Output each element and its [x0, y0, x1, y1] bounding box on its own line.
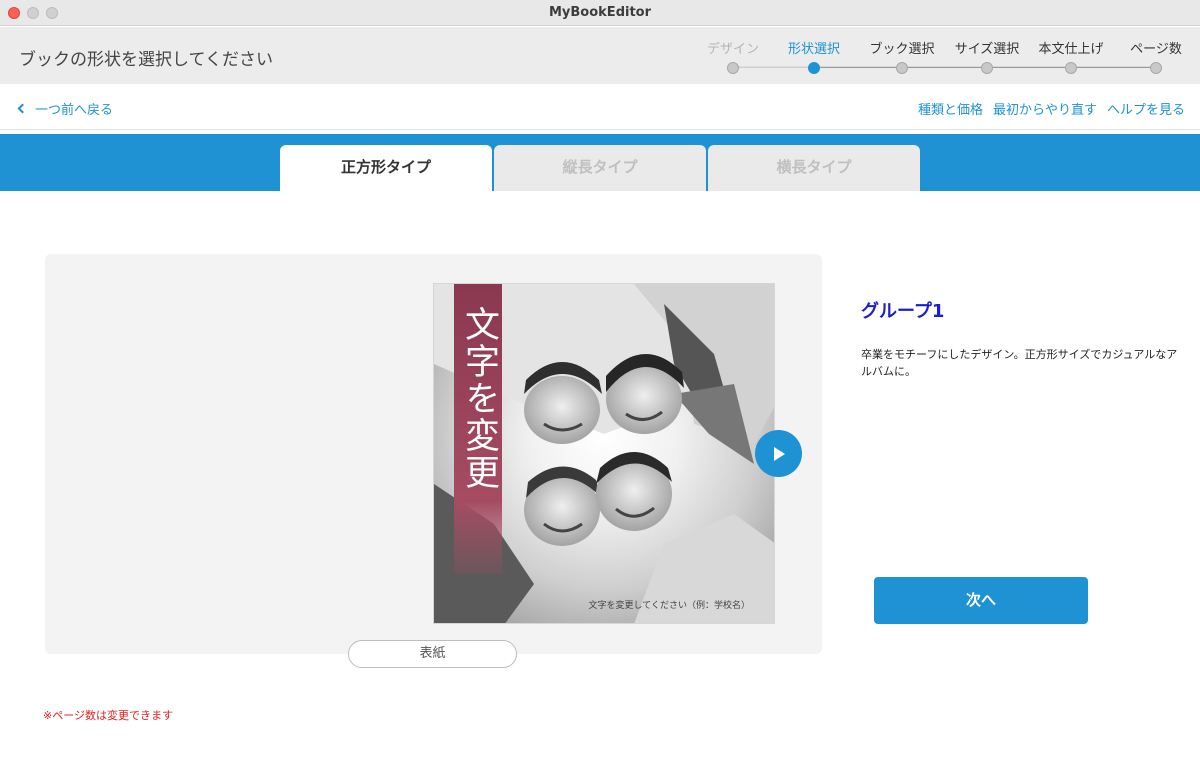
tab-portrait[interactable]: 縦長タイプ [494, 145, 706, 191]
shape-tab-bar: 正方形タイプ 縦長タイプ 横長タイプ [0, 134, 1200, 191]
next-button[interactable]: 次へ [874, 577, 1088, 624]
progress-step: ブック選択 [857, 38, 947, 74]
navigation-bar: 一つ前へ戻る 種類と価格 最初からやり直す ヘルプを見る [0, 84, 1200, 130]
back-link-label: 一つ前へ戻る [35, 103, 114, 118]
progress-step-label: ページ数 [1130, 42, 1182, 57]
play-icon [774, 447, 785, 461]
progress-step: サイズ選択 [942, 38, 1032, 74]
cover-title-text[interactable]: 文字を変更 [459, 306, 499, 491]
cover-preview-image: 文字を変更 文字を変更してください（例：学校名） [433, 283, 775, 624]
window-title: MyBookEditor [548, 5, 652, 20]
progress-step-label: サイズ選択 [954, 42, 1020, 57]
page-header: ブックの形状を選択してください デザイン 形状選択 ブック選択 サイズ選択 本文仕上げ ペ… [0, 27, 1200, 84]
pricing-link[interactable]: 種類と価格 [918, 99, 983, 118]
progress-step-label: 本文仕上げ [1038, 42, 1104, 57]
progress-step-dot [1150, 62, 1162, 74]
app-window: MyBookEditor ブックの形状を選択してください デザイン 形状選択 ブック… [0, 0, 1200, 767]
next-preview-button[interactable] [755, 430, 802, 477]
progress-step-label: 形状選択 [787, 42, 840, 57]
progress-step-dot [981, 62, 993, 74]
header-links: 種類と価格 最初からやり直す ヘルプを見る [918, 99, 1185, 118]
tab-square[interactable]: 正方形タイプ [280, 145, 492, 191]
progress-step: デザイン [688, 38, 778, 74]
page-count-note: ※ページ数は変更できます [43, 709, 173, 722]
page-label-badge: 表紙 [348, 640, 517, 668]
title-bar: MyBookEditor [0, 0, 1200, 26]
progress-step: 形状選択 [769, 38, 859, 74]
chevron-left-icon [17, 103, 28, 114]
progress-step-dot [808, 62, 820, 74]
page-heading: ブックの形状を選択してください [19, 50, 273, 70]
progress-step: 本文仕上げ [1026, 38, 1116, 74]
progress-step-dot [727, 62, 739, 74]
cover-caption-text[interactable]: 文字を変更してください（例：学校名） [589, 598, 750, 611]
progress-step-dot [896, 62, 908, 74]
group-description: 卒業をモチーフにしたデザイン。正方形サイズでカジュアルなアルバムに。 [861, 348, 1178, 378]
progress-step-label: ブック選択 [869, 42, 935, 57]
restart-link[interactable]: 最初からやり直す [993, 99, 1097, 118]
progress-step-label: デザイン [706, 42, 759, 57]
group-title: グループ1 [861, 301, 945, 322]
progress-track [733, 66, 1155, 68]
tab-landscape[interactable]: 横長タイプ [708, 145, 920, 191]
back-link[interactable]: 一つ前へ戻る [16, 99, 113, 118]
progress-step: ページ数 [1111, 38, 1200, 74]
help-link[interactable]: ヘルプを見る [1107, 99, 1185, 118]
progress-step-dot [1065, 62, 1077, 74]
